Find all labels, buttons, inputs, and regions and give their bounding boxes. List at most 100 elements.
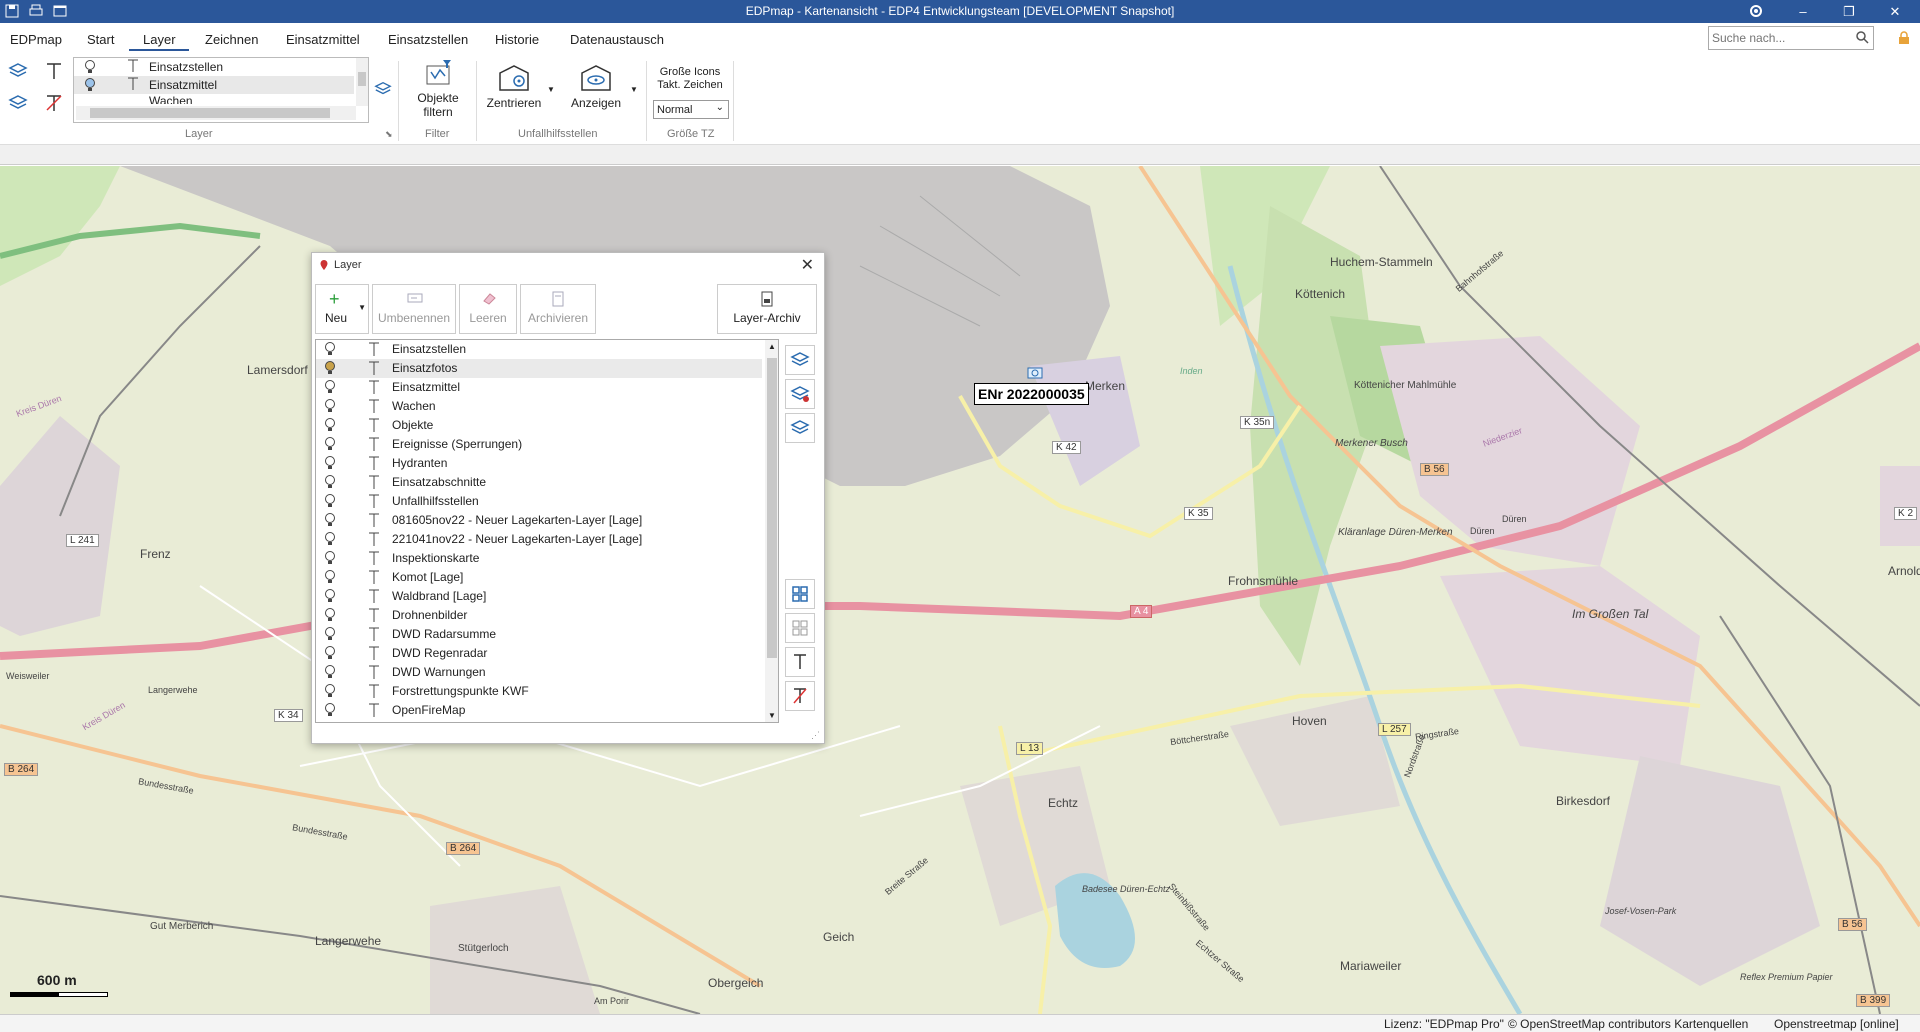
text-remove-icon[interactable] [44, 93, 66, 115]
list-item[interactable]: Einsatzstellen [74, 58, 354, 76]
text-icon[interactable] [368, 683, 380, 702]
horizontal-scrollbar[interactable] [76, 106, 356, 120]
bulb-icon[interactable] [324, 398, 336, 417]
layers-icon[interactable] [8, 61, 30, 83]
bulb-icon[interactable] [324, 379, 336, 398]
layer-row[interactable]: DWD Radarsumme [316, 625, 762, 644]
text-icon[interactable] [368, 493, 380, 512]
zentrieren-button[interactable]: Zentrieren [484, 63, 544, 123]
search-box[interactable] [1708, 26, 1874, 50]
archivieren-button[interactable]: Archivieren [520, 284, 596, 334]
bulb-icon[interactable] [324, 702, 336, 721]
text-remove-button[interactable] [785, 681, 815, 711]
layer-row[interactable]: Objekte [316, 416, 762, 435]
map-view[interactable]: Huchem-Stammeln Köttenich Lamersdorf Mer… [0, 166, 1920, 1014]
bulb-icon[interactable] [324, 626, 336, 645]
search-icon[interactable] [1855, 30, 1869, 47]
layer-row[interactable]: Einsatzabschnitte [316, 473, 762, 492]
app-menu[interactable]: EDPmap [10, 32, 62, 47]
neu-button[interactable]: + Neu ▼ [315, 284, 369, 334]
layers-alt-icon[interactable] [8, 93, 30, 115]
layers-up-button[interactable] [785, 345, 815, 375]
tab-datenaustausch[interactable]: Datenaustausch [570, 32, 664, 47]
text-icon[interactable] [368, 664, 380, 683]
list-item[interactable]: Einsatzmittel [74, 76, 354, 94]
grid-view-button[interactable] [785, 579, 815, 609]
chevron-down-icon[interactable]: ▼ [768, 711, 776, 720]
layer-list[interactable]: ▲ ▼ Einsatzstellen Einsatzfotos Einsatzmit… [315, 339, 779, 723]
bulb-icon[interactable] [324, 512, 336, 531]
text-icon[interactable] [368, 588, 380, 607]
text-icon[interactable] [368, 360, 380, 379]
vertical-scrollbar[interactable] [356, 58, 368, 106]
einsatz-number-label[interactable]: ENr 2022000035 [974, 383, 1089, 405]
text-icon[interactable] [368, 702, 380, 721]
layer-row[interactable]: 081605nov22 - Neuer Lagekarten-Layer [La… [316, 511, 762, 530]
tab-start[interactable]: Start [87, 32, 114, 47]
list-item[interactable]: Wachen [74, 94, 354, 104]
tab-historie[interactable]: Historie [495, 32, 539, 47]
osm-attribution-link[interactable]: © OpenStreetMap contributors Kartenquell… [1508, 1017, 1748, 1031]
text-icon[interactable] [368, 398, 380, 417]
layer-row[interactable]: Ereignisse (Sperrungen) [316, 435, 762, 454]
chevron-down-icon[interactable]: ▼ [358, 303, 366, 312]
layer-stack-icon[interactable] [374, 80, 396, 102]
bulb-icon[interactable] [324, 588, 336, 607]
text-icon[interactable] [368, 607, 380, 626]
map-source-text[interactable]: Openstreetmap [online] [1774, 1017, 1899, 1031]
text-icon[interactable] [368, 417, 380, 436]
bulb-icon[interactable] [324, 417, 336, 436]
text-icon[interactable] [368, 455, 380, 474]
bulb-icon[interactable] [324, 474, 336, 493]
layer-row[interactable]: DWD Warnungen [316, 663, 762, 682]
bulb-icon[interactable] [324, 455, 336, 474]
layer-row[interactable]: Hydranten [316, 454, 762, 473]
layer-row[interactable]: Einsatzmittel [316, 378, 762, 397]
layer-row[interactable]: Drohnenbilder [316, 606, 762, 625]
text-icon[interactable] [368, 531, 380, 550]
layer-row[interactable]: Wachen [316, 397, 762, 416]
layers-filter-button[interactable] [785, 379, 815, 409]
text-icon[interactable] [368, 645, 380, 664]
text-icon[interactable] [368, 626, 380, 645]
layer-row[interactable]: DWD Regenradar [316, 644, 762, 663]
dialog-launcher-icon[interactable]: ⬊ [385, 129, 393, 140]
bulb-icon[interactable] [324, 683, 336, 702]
tab-layer[interactable]: Layer [143, 32, 176, 47]
bulb-icon[interactable] [324, 607, 336, 626]
maximize-button[interactable]: ❐ [1826, 0, 1872, 23]
layer-row[interactable]: 221041nov22 - Neuer Lagekarten-Layer [La… [316, 530, 762, 549]
bulb-icon[interactable] [324, 645, 336, 664]
layer-row[interactable]: Unfallhilfsstellen [316, 492, 762, 511]
tz-size-select[interactable]: Normal ⌄ [653, 100, 729, 119]
bulb-icon[interactable] [324, 664, 336, 683]
text-icon[interactable] [368, 474, 380, 493]
layer-archiv-button[interactable]: Layer-Archiv [717, 284, 817, 334]
chevron-down-icon[interactable]: ▼ [630, 85, 638, 94]
search-input[interactable] [1712, 28, 1852, 48]
layer-row[interactable]: Einsatzfotos [316, 359, 762, 378]
bulb-icon[interactable] [324, 493, 336, 512]
bulb-icon[interactable] [324, 531, 336, 550]
camera-marker-icon[interactable] [1027, 365, 1043, 382]
layer-row[interactable]: Komot [Lage] [316, 568, 762, 587]
text-icon[interactable] [368, 550, 380, 569]
close-button[interactable]: ✕ [1872, 0, 1918, 23]
bulb-icon[interactable] [324, 341, 336, 360]
layer-row[interactable]: Inspektionskarte [316, 549, 762, 568]
tab-zeichnen[interactable]: Zeichnen [205, 32, 258, 47]
lock-icon[interactable] [1898, 31, 1910, 48]
anzeigen-button[interactable]: Anzeigen [566, 63, 626, 123]
vertical-scrollbar[interactable]: ▲ ▼ [765, 340, 778, 722]
bulb-icon[interactable] [324, 436, 336, 455]
grid-view-alt-button[interactable] [785, 613, 815, 643]
bulb-icon[interactable] [324, 360, 336, 379]
text-icon[interactable] [368, 512, 380, 531]
layer-row[interactable]: OpenFireMap [316, 701, 762, 720]
close-icon[interactable]: ✕ [801, 255, 814, 275]
text-toggle-button[interactable] [785, 647, 815, 677]
text-tool-icon[interactable] [44, 61, 66, 83]
layer-row[interactable]: Einsatzstellen [316, 340, 762, 359]
umbenennen-button[interactable]: Umbenennen [372, 284, 456, 334]
chevron-up-icon[interactable]: ▲ [768, 342, 776, 351]
